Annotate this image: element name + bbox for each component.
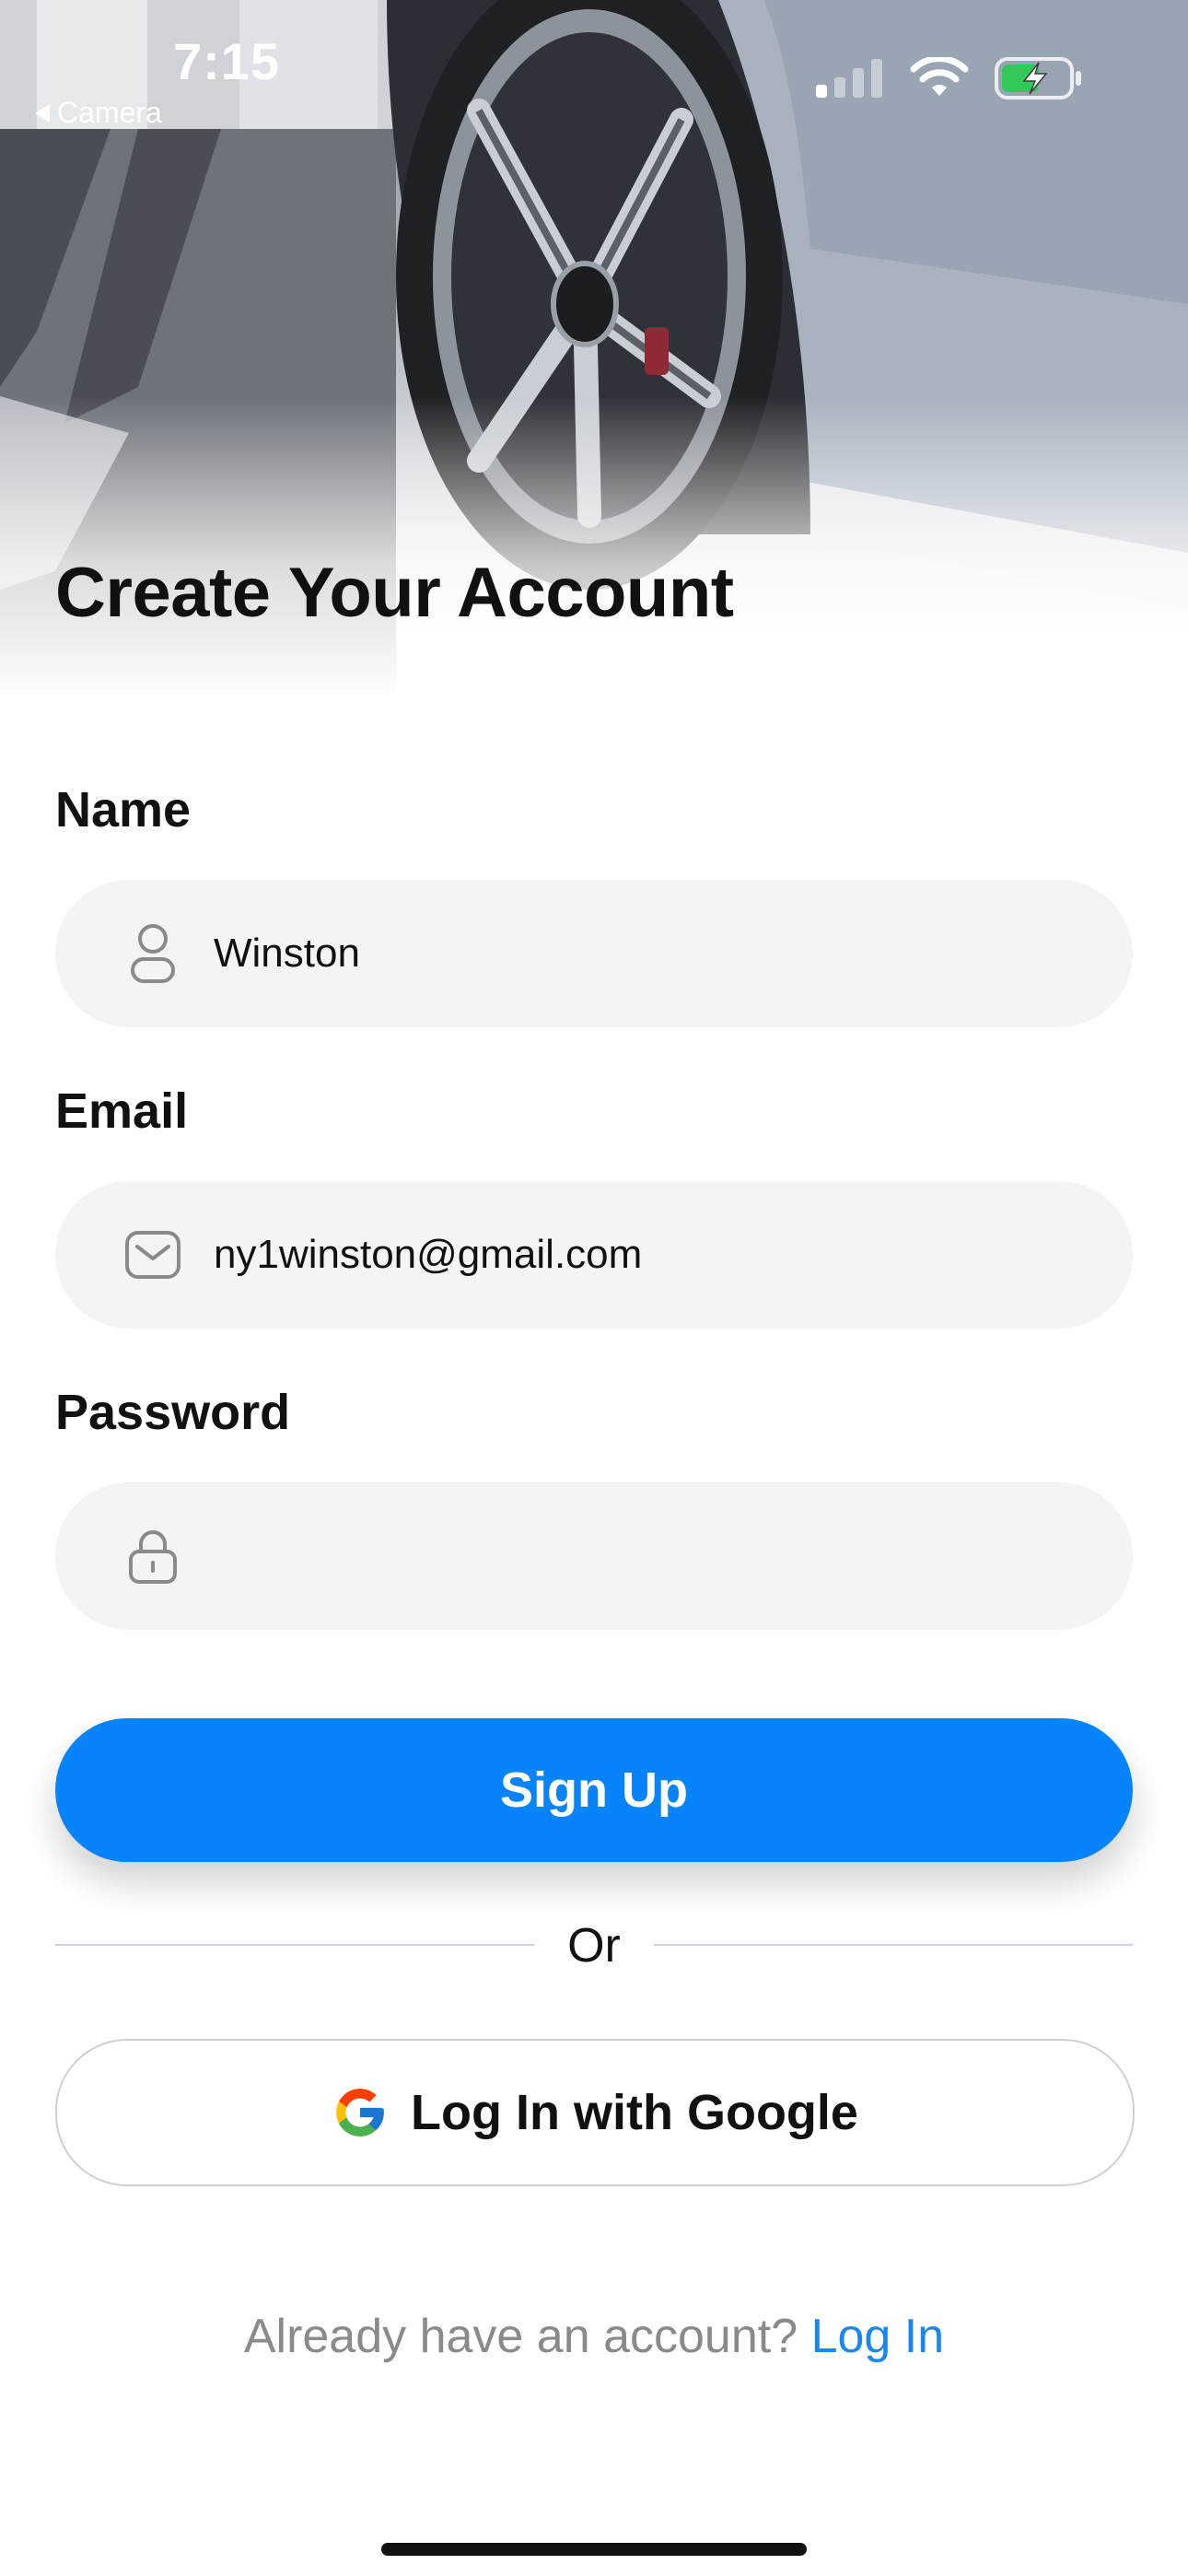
signal-icon bbox=[816, 59, 882, 98]
back-arrow-icon bbox=[35, 103, 50, 123]
hero-fade bbox=[0, 396, 1188, 700]
name-field[interactable]: Winston bbox=[55, 880, 1133, 1027]
google-logo-icon bbox=[336, 2089, 384, 2137]
battery-charging-icon bbox=[995, 57, 1081, 100]
email-input[interactable]: ny1winston@gmail.com bbox=[214, 1232, 642, 1278]
google-login-label: Log In with Google bbox=[411, 2085, 858, 2140]
email-field[interactable]: ny1winston@gmail.com bbox=[55, 1181, 1133, 1329]
login-prompt: Already have an account? Log In bbox=[0, 2309, 1188, 2364]
wifi-icon bbox=[910, 57, 969, 96]
email-label: Email bbox=[55, 1083, 189, 1139]
status-time: 7:15 bbox=[173, 32, 281, 90]
login-prompt-text: Already have an account? bbox=[243, 2310, 798, 2363]
back-label: Camera bbox=[57, 96, 162, 129]
divider-or-text: Or bbox=[567, 1919, 621, 1973]
name-input[interactable]: Winston bbox=[214, 931, 360, 977]
person-icon bbox=[116, 922, 190, 985]
name-label: Name bbox=[55, 782, 192, 837]
mail-icon bbox=[116, 1230, 190, 1280]
password-field[interactable] bbox=[55, 1482, 1133, 1630]
lock-icon bbox=[116, 1528, 190, 1585]
status-icons bbox=[816, 57, 1083, 100]
google-login-button[interactable]: Log In with Google bbox=[55, 2039, 1135, 2186]
page-title: Create Your Account bbox=[55, 554, 734, 632]
log-in-link[interactable]: Log In bbox=[811, 2310, 945, 2363]
password-label: Password bbox=[55, 1385, 291, 1440]
sign-up-button[interactable]: Sign Up bbox=[55, 1718, 1133, 1862]
back-to-camera-link[interactable]: Camera bbox=[35, 96, 162, 130]
home-indicator[interactable] bbox=[381, 2543, 807, 2556]
divider-right bbox=[654, 1944, 1133, 1946]
